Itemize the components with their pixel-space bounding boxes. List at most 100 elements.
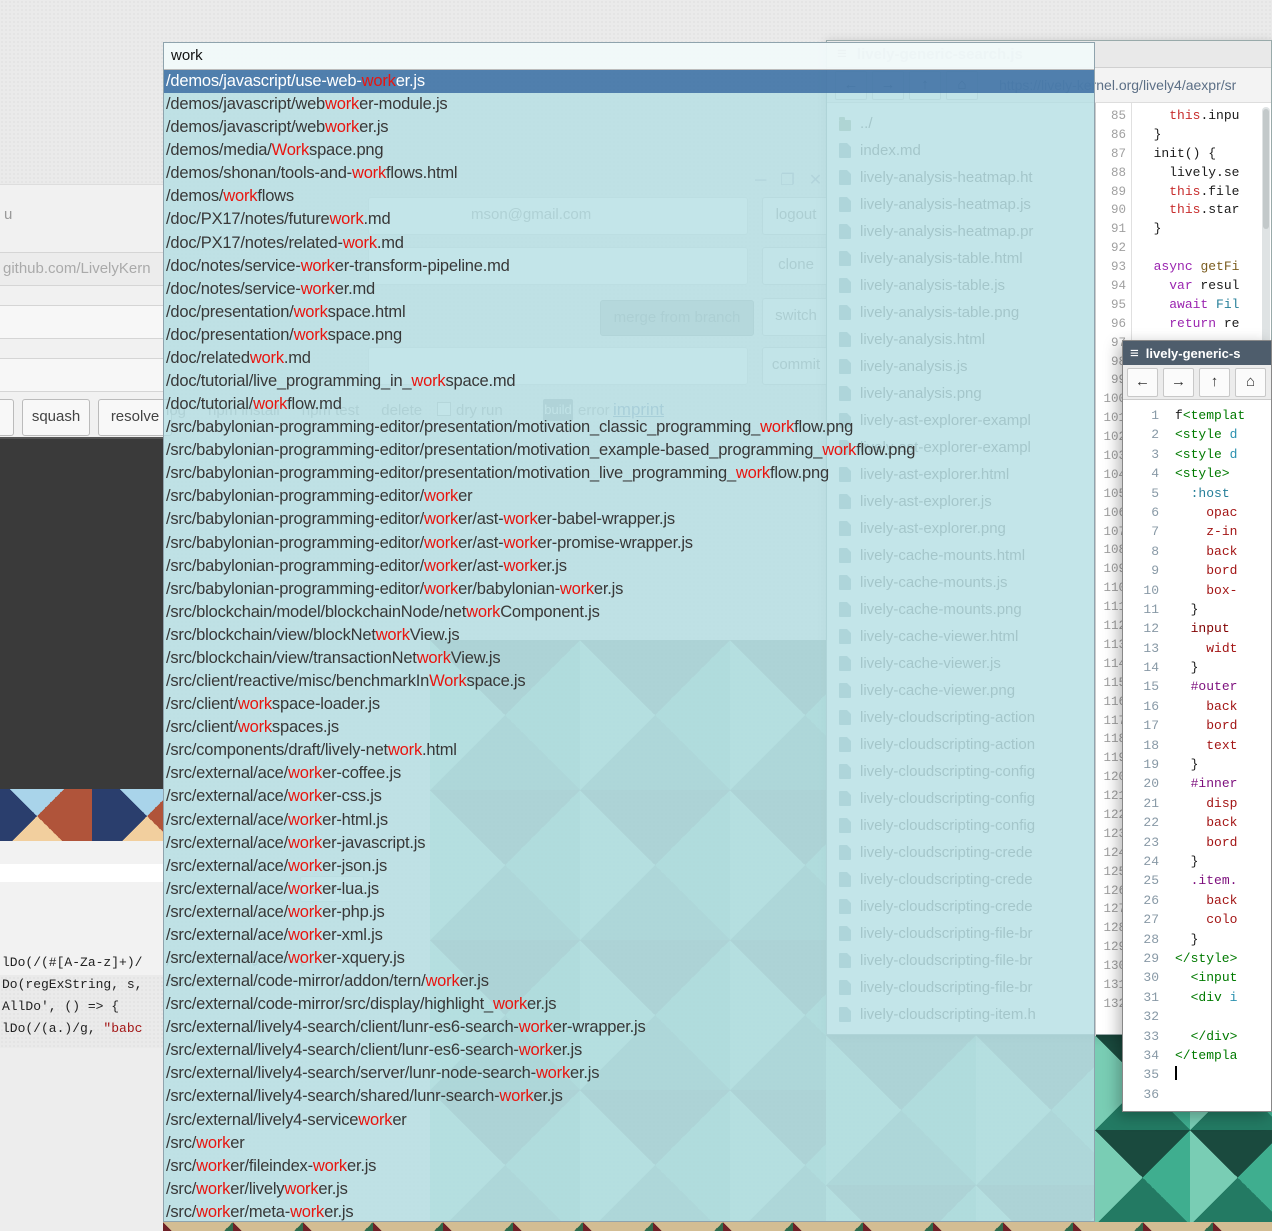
code-line[interactable]: bord [1175,561,1271,580]
left-input-field-1[interactable] [0,305,163,339]
search-result-item[interactable]: /src/babylonian-programming-editor/prese… [164,416,1094,439]
search-result-item[interactable]: /src/blockchain/view/transactionNetworkV… [164,647,1094,670]
search-result-item[interactable]: /doc/tutorial/workflow.md [164,393,1094,416]
code-line[interactable] [1175,1085,1271,1104]
search-result-item[interactable]: /doc/presentation/workspace.html [164,301,1094,324]
search-result-item[interactable]: /src/external/lively4-search/client/lunr… [164,1039,1094,1062]
search-result-item[interactable]: /demos/shonan/tools-and-workflows.html [164,162,1094,185]
code-line[interactable]: <div i [1175,988,1271,1007]
code-line[interactable]: } [1175,852,1271,871]
code-line[interactable]: async getFi [1138,258,1271,277]
search-result-item[interactable]: /src/external/ace/worker-php.js [164,901,1094,924]
code-line[interactable] [1175,1065,1271,1084]
search-result-item[interactable]: /src/blockchain/model/blockchainNode/net… [164,601,1094,624]
up-button[interactable]: ↑ [1199,368,1230,397]
search-result-item[interactable]: /doc/PX17/notes/related-work.md [164,232,1094,255]
search-result-item[interactable]: /src/babylonian-programming-editor/worke… [164,508,1094,531]
search-result-item[interactable]: /demos/javascript/webworker-module.js [164,93,1094,116]
code-line[interactable]: await Fil [1138,296,1271,315]
search-result-item[interactable]: /src/worker/meta-worker.js [164,1201,1094,1221]
code-line[interactable]: this.inpu [1138,107,1271,126]
code-line[interactable]: </templa [1175,1046,1271,1065]
squash-button[interactable]: squash [22,399,90,436]
forward-button[interactable]: → [1163,368,1194,397]
code-line[interactable]: this.file [1138,183,1271,202]
search-result-item[interactable]: /src/babylonian-programming-editor/prese… [164,462,1094,485]
code-line[interactable]: bord [1175,716,1271,735]
code-line[interactable]: colo [1175,910,1271,929]
code-line[interactable]: </style> [1175,949,1271,968]
code-line[interactable]: z-in [1175,522,1271,541]
code-line[interactable]: :host [1175,484,1271,503]
search-result-item[interactable]: /doc/relatedwork.md [164,347,1094,370]
search-result-item[interactable]: /doc/notes/service-worker-transform-pipe… [164,255,1094,278]
code-line[interactable]: box- [1175,581,1271,600]
search-result-item[interactable]: /src/client/workspaces.js [164,716,1094,739]
search-result-item[interactable]: /src/client/reactive/misc/benchmarkInWor… [164,670,1094,693]
code-line[interactable]: } [1175,600,1271,619]
search-result-item[interactable]: /demos/javascript/use-web-worker.js [164,70,1094,93]
left-input-field-2[interactable] [0,358,163,392]
code-line[interactable]: back [1175,891,1271,910]
search-result-item[interactable]: /src/external/ace/worker-javascript.js [164,832,1094,855]
search-result-item[interactable]: /src/components/draft/lively-network.htm… [164,739,1094,762]
search-result-item[interactable]: /src/external/code-mirror/addon/tern/wor… [164,970,1094,993]
code-line[interactable]: #outer [1175,677,1271,696]
search-result-item[interactable]: /src/client/workspace-loader.js [164,693,1094,716]
search-result-item[interactable]: /src/babylonian-programming-editor/worke… [164,578,1094,601]
code-line[interactable]: input [1175,619,1271,638]
back-button[interactable]: ← [1127,368,1158,397]
repo-url-field[interactable]: github.com/LivelyKern [0,252,163,286]
search-result-item[interactable]: /src/external/lively4-search/shared/lunr… [164,1085,1094,1108]
search-result-item[interactable]: /src/external/ace/worker-xml.js [164,924,1094,947]
front-window-titlebar[interactable]: ≡ lively-generic-s [1123,341,1271,365]
search-result-item[interactable]: /src/babylonian-programming-editor/worke… [164,485,1094,508]
code-line[interactable]: lively.se [1138,164,1271,183]
diff-button-partial[interactable]: f [0,399,14,436]
search-result-item[interactable]: /src/blockchain/view/blockNetworkView.js [164,624,1094,647]
code-line[interactable]: disp [1175,794,1271,813]
search-input[interactable]: work [164,43,1094,70]
search-result-item[interactable]: /src/external/code-mirror/src/display/hi… [164,993,1094,1016]
hamburger-menu-icon[interactable]: ≡ [1130,345,1139,362]
code-line[interactable]: } [1175,658,1271,677]
code-line[interactable]: widt [1175,639,1271,658]
code-line[interactable]: #inner [1175,774,1271,793]
code-line[interactable]: } [1175,755,1271,774]
code-line[interactable]: } [1175,930,1271,949]
code-lines[interactable]: f<templat<style d<style d<style> :host o… [1167,400,1271,1112]
code-line[interactable]: var resul [1138,277,1271,296]
search-result-item[interactable]: /doc/presentation/workspace.png [164,324,1094,347]
code-line[interactable]: opac [1175,503,1271,522]
code-line[interactable]: back [1175,542,1271,561]
code-line[interactable]: bord [1175,833,1271,852]
code-line[interactable]: } [1138,220,1271,239]
search-result-item[interactable]: /src/worker/fileindex-worker.js [164,1155,1094,1178]
resolve-button[interactable]: resolve [98,399,172,436]
search-result-item[interactable]: /src/babylonian-programming-editor/prese… [164,439,1094,462]
code-line[interactable]: init() { [1138,145,1271,164]
search-result-item[interactable]: /src/external/lively4-search/server/lunr… [164,1062,1094,1085]
code-line[interactable]: return re [1138,315,1271,334]
code-line[interactable] [1175,1007,1271,1026]
search-result-item[interactable]: /doc/tutorial/live_programming_in_worksp… [164,370,1094,393]
code-line[interactable]: back [1175,813,1271,832]
code-line[interactable]: f<templat [1175,406,1271,425]
search-result-item[interactable]: /demos/workflows [164,185,1094,208]
search-result-item[interactable]: /src/worker/livelyworker.js [164,1178,1094,1201]
code-line[interactable] [1138,239,1271,258]
search-result-item[interactable]: /src/external/lively4-serviceworker [164,1109,1094,1132]
search-result-item[interactable]: /src/external/ace/worker-html.js [164,809,1094,832]
code-line[interactable]: text [1175,736,1271,755]
code-line[interactable]: } [1138,126,1271,145]
search-result-item[interactable]: /demos/media/Workspace.png [164,139,1094,162]
search-result-item[interactable]: /src/external/ace/worker-json.js [164,855,1094,878]
search-result-item[interactable]: /src/babylonian-programming-editor/worke… [164,555,1094,578]
front-editor[interactable]: 1234567891011121314151617181920212223242… [1123,400,1271,1112]
search-result-item[interactable]: /src/external/ace/worker-css.js [164,785,1094,808]
home-button[interactable]: ⌂ [1235,368,1266,397]
search-result-item[interactable]: /doc/PX17/notes/futurework.md [164,208,1094,231]
search-result-item[interactable]: /demos/javascript/webworker.js [164,116,1094,139]
search-result-item[interactable]: /doc/notes/service-worker.md [164,278,1094,301]
code-line[interactable]: .item. [1175,871,1271,890]
